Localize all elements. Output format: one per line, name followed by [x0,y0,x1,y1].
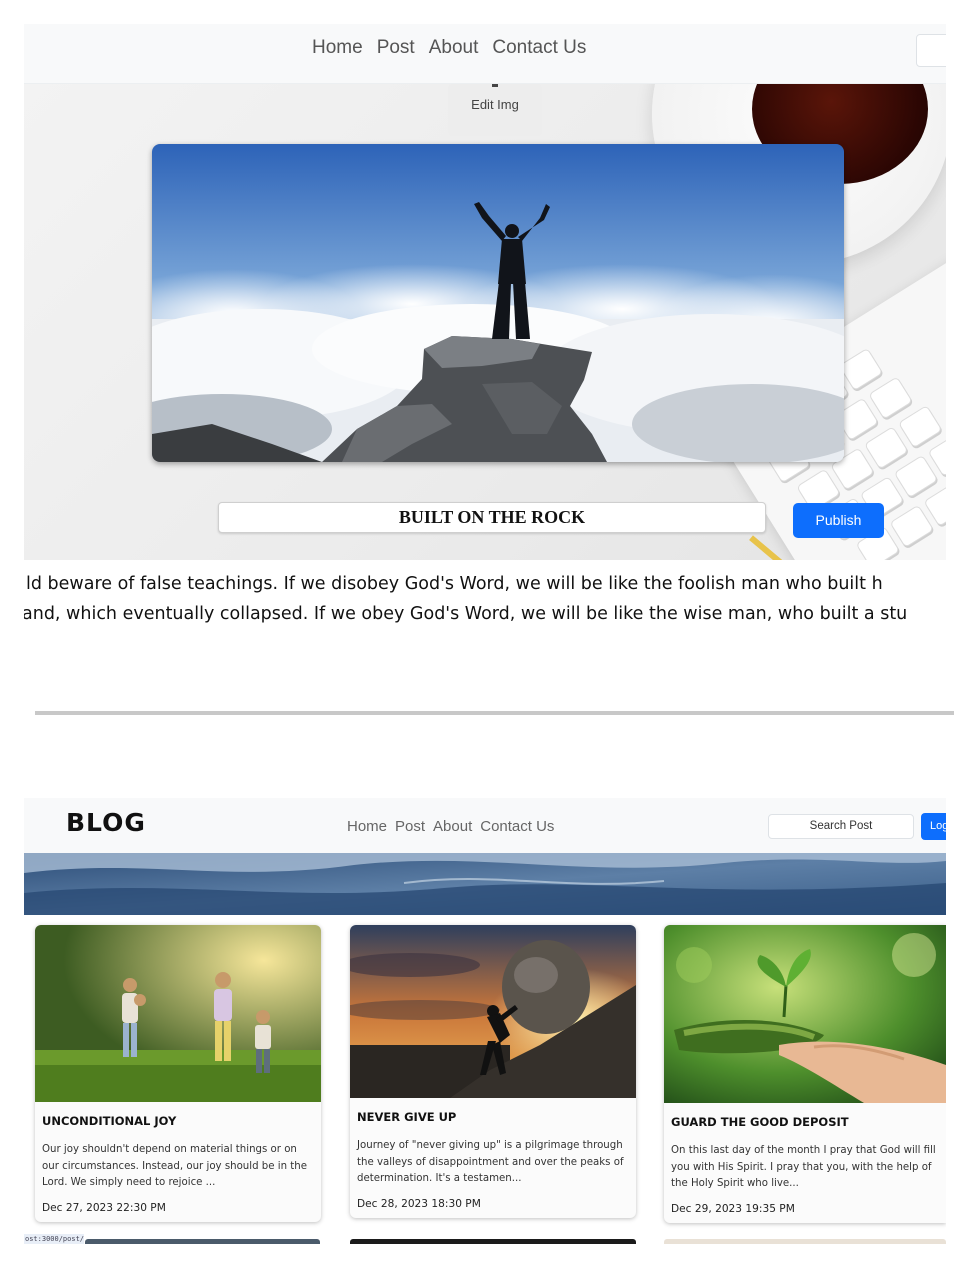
post-card-excerpt: On this last day of the month I pray tha… [671,1145,936,1189]
editor-search-input[interactable] [916,34,946,67]
blog-screenshot: BLOG Home Post About Contact Us Search P… [24,798,946,1244]
edit-image-label: Edit Img [471,97,519,112]
mountain-summit-image [152,144,844,462]
nav-post-link[interactable]: Post [395,818,425,835]
editor-nav-links: Home Post About Contact Us [312,37,586,59]
publish-button[interactable]: Publish [793,503,884,538]
hero-banner [24,853,946,915]
next-card-edge [85,1239,320,1244]
post-card-image [350,925,636,1098]
login-button[interactable]: Log [921,813,946,840]
post-cover-image [152,144,844,462]
post-card-title[interactable]: UNCONDITIONAL JOY [35,1102,321,1128]
search-post-input[interactable]: Search Post [768,814,914,839]
next-card-edge [664,1239,946,1244]
next-card-edge [350,1239,636,1244]
blog-nav-links: Home Post About Contact Us [347,818,554,835]
post-title-input[interactable]: BUILT ON THE ROCK [218,502,766,533]
editor-screenshot: Home Post About Contact Us Edit Img BUIL… [24,24,946,644]
waves-banner-image [24,853,946,915]
post-card-image [664,925,946,1103]
nav-contact-link[interactable]: Contact Us [480,818,554,835]
section-divider [35,711,954,715]
editor-navbar: Home Post About Contact Us [24,24,946,84]
post-card[interactable]: GUARD THE GOOD DEPOSIT On this last day … [664,925,946,1223]
hand-holding-plant-image [664,925,946,1103]
nav-about-link[interactable]: About [433,818,472,835]
edit-image-button[interactable]: Edit Img [448,84,542,136]
blog-brand-logo[interactable]: BLOG [66,808,146,837]
post-card-title[interactable]: GUARD THE GOOD DEPOSIT [664,1103,946,1129]
post-body-editor[interactable]: ld beware of false teachings. If we diso… [24,569,946,641]
post-card-title[interactable]: NEVER GIVE UP [350,1098,636,1124]
nav-post-link[interactable]: Post [377,37,415,59]
post-card[interactable]: UNCONDITIONAL JOY Our joy shouldn't depe… [35,925,321,1222]
edit-image-icon [492,84,498,87]
children-playing-image [35,925,321,1102]
post-card-excerpt: Journey of "never giving up" is a pilgri… [357,1140,624,1184]
blog-navbar: BLOG Home Post About Contact Us Search P… [24,798,946,853]
nav-contact-link[interactable]: Contact Us [492,37,586,59]
nav-home-link[interactable]: Home [347,818,387,835]
post-card-date: Dec 29, 2023 19:35 PM [671,1203,795,1215]
body-line: ld beware of false teachings. If we diso… [26,574,883,594]
nav-home-link[interactable]: Home [312,37,363,59]
body-line-clipped: ​ [24,629,946,641]
post-card-date: Dec 27, 2023 22:30 PM [42,1202,166,1214]
post-card-excerpt: Our joy shouldn't depend on material thi… [42,1144,308,1188]
nav-about-link[interactable]: About [429,37,479,59]
post-card[interactable]: NEVER GIVE UP Journey of "never giving u… [350,925,636,1218]
body-line: and, which eventually collapsed. If we o… [24,604,908,624]
man-pushing-boulder-image [350,925,636,1098]
browser-status-url: ost:3000/post/8 [24,1234,84,1244]
post-card-date: Dec 28, 2023 18:30 PM [357,1198,481,1210]
post-card-image [35,925,321,1102]
